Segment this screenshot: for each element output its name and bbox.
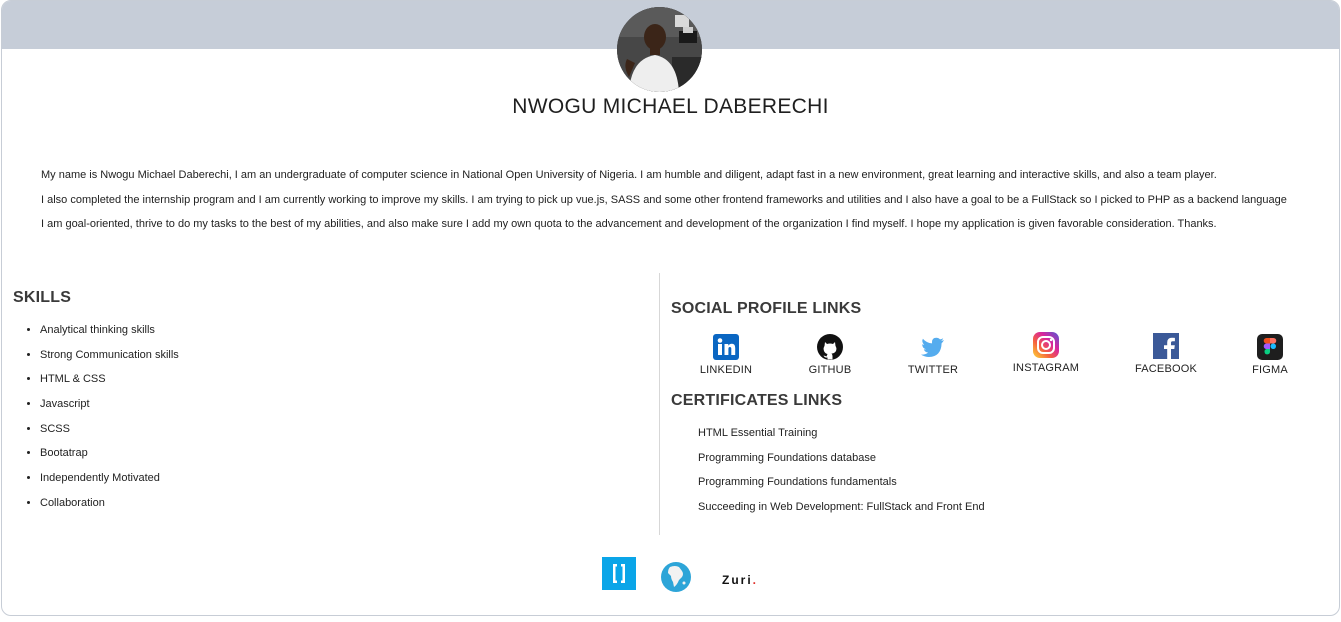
footer-logos: Zuri. xyxy=(2,557,1339,597)
certificates-title: CERTIFICATES LINKS xyxy=(671,392,843,409)
list-item: Bootatrap xyxy=(40,444,179,469)
social-link-facebook[interactable]: FACEBOOK xyxy=(1126,332,1206,375)
list-item: Javascript xyxy=(40,395,179,420)
profile-photo xyxy=(617,7,702,92)
i4g-logo xyxy=(602,557,636,590)
list-item: Succeeding in Web Development: FullStack… xyxy=(698,498,985,523)
profile-card: NWOGU MICHAEL DABERECHI My name is Nwogu… xyxy=(1,0,1340,616)
skills-title: SKILLS xyxy=(13,289,72,306)
zuri-logo-text: Zuri xyxy=(722,573,753,587)
avatar xyxy=(617,7,702,92)
list-item: Independently Motivated xyxy=(40,469,179,494)
figma-icon xyxy=(1257,334,1283,360)
zuri-logo: Zuri. xyxy=(722,573,758,587)
certificate-link[interactable]: Programming Foundations fundamentals xyxy=(698,476,897,488)
twitter-icon xyxy=(921,337,944,357)
linkedin-icon xyxy=(713,334,739,360)
social-link-twitter[interactable]: TWITTER xyxy=(893,333,973,376)
social-label: FIGMA xyxy=(1252,364,1288,376)
bio-paragraph: I am goal-oriented, thrive to do my task… xyxy=(41,218,1217,230)
github-icon xyxy=(817,334,843,360)
profile-name: NWOGU MICHAEL DABERECHI xyxy=(512,95,829,118)
social-link-linkedin[interactable]: LINKEDIN xyxy=(686,333,766,376)
social-title: SOCIAL PROFILE LINKS xyxy=(671,300,862,317)
social-label: TWITTER xyxy=(907,364,959,376)
zuri-logo-dot: . xyxy=(752,573,759,587)
certificate-link[interactable]: Programming Foundations database xyxy=(698,452,876,464)
certificate-link[interactable]: HTML Essential Training xyxy=(698,427,817,439)
social-label: INSTAGRAM xyxy=(1012,362,1080,374)
bio-paragraph: I also completed the internship program … xyxy=(41,193,1287,206)
column-divider xyxy=(659,273,660,535)
certificates-list: HTML Essential Training Programming Foun… xyxy=(698,424,985,523)
list-item: Programming Foundations database xyxy=(698,449,985,474)
social-link-github[interactable]: GITHUB xyxy=(790,333,870,376)
list-item: SCSS xyxy=(40,420,179,445)
social-link-instagram[interactable]: INSTAGRAM xyxy=(1006,331,1086,374)
social-label: FACEBOOK xyxy=(1134,363,1198,375)
social-link-figma[interactable]: FIGMA xyxy=(1230,333,1310,376)
list-item: Collaboration xyxy=(40,494,179,519)
bio-section: My name is Nwogu Michael Daberechi, I am… xyxy=(41,167,1331,241)
certificate-link[interactable]: Succeeding in Web Development: FullStack… xyxy=(698,501,985,513)
list-item: Programming Foundations fundamentals xyxy=(698,473,985,498)
facebook-icon xyxy=(1153,333,1179,359)
list-item: HTML Essential Training xyxy=(698,424,985,449)
ingressive-globe-logo xyxy=(661,562,691,592)
social-label: LINKEDIN xyxy=(699,364,753,376)
bio-paragraph: My name is Nwogu Michael Daberechi, I am… xyxy=(41,169,1217,181)
instagram-icon xyxy=(1033,332,1059,358)
social-label: GITHUB xyxy=(808,364,852,376)
social-links: LINKEDIN GITHUB TWITTER INSTAGRAM FACEBO… xyxy=(2,331,1339,383)
